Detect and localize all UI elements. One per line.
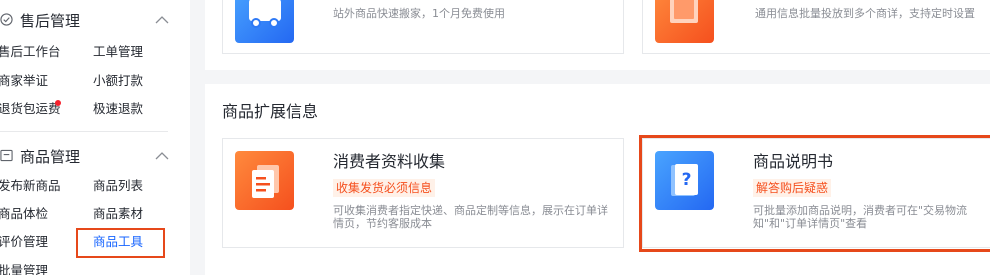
nav-fast-refund[interactable]: 极速退款: [93, 100, 143, 118]
box-icon: [0, 149, 13, 162]
tool-card-desc: 站外商品快速搬家，1个月免费使用: [333, 7, 505, 20]
nav-return-shipping[interactable]: 退货包运费: [0, 100, 61, 118]
section-after-sales-header[interactable]: 售后管理: [0, 9, 190, 33]
selected-card-highlight: [639, 135, 990, 252]
nav-product-list[interactable]: 商品列表: [93, 177, 143, 195]
nav-product-checkup[interactable]: 商品体检: [0, 205, 48, 223]
nav-after-sales-workbench[interactable]: 售后工作台: [0, 43, 61, 61]
nav-small-payment[interactable]: 小额打款: [93, 72, 143, 90]
active-nav-highlight: [76, 228, 165, 258]
chevron-up-icon[interactable]: [155, 151, 169, 161]
nav-ticket-management[interactable]: 工单管理: [93, 43, 143, 61]
nav-publish-product[interactable]: 发布新商品: [0, 177, 61, 195]
nav-review-management[interactable]: 评价管理: [0, 233, 48, 251]
chevron-up-icon[interactable]: [155, 15, 169, 25]
tool-card-batch-info[interactable]: 通用信息批量投放到多个商详，支持定时设置: [642, 0, 990, 54]
nav-batch-management[interactable]: 批量管理: [0, 262, 48, 275]
card-desc: 可收集消费者指定快递、商品定制等信息，展示在订单详情页，节约客服成本: [333, 204, 608, 230]
check-circle-icon: [0, 13, 13, 26]
nav-merchant-evidence[interactable]: 商家举证: [0, 72, 48, 90]
document-icon: [235, 151, 294, 210]
batch-info-icon: [655, 0, 714, 43]
tool-card-product-move[interactable]: 站外商品快速搬家，1个月免费使用: [222, 0, 624, 54]
card-consumer-info[interactable]: 消费者资料收集 收集发货必须信息 可收集消费者指定快递、商品定制等信息，展示在订…: [222, 138, 624, 248]
sidebar-divider: [0, 131, 168, 132]
top-tools-panel: 站外商品快速搬家，1个月免费使用 通用信息批量投放到多个商详，支持定时设置: [205, 0, 990, 70]
section-title: 商品扩展信息: [222, 102, 319, 121]
product-move-icon: [235, 0, 294, 43]
nav-product-material[interactable]: 商品素材: [93, 205, 143, 223]
section-product-header[interactable]: 商品管理: [0, 145, 190, 169]
section-product-title: 商品管理: [20, 148, 81, 166]
tool-card-desc: 通用信息批量投放到多个商详，支持定时设置: [755, 7, 975, 20]
section-after-sales-title: 售后管理: [20, 12, 81, 30]
card-title: 消费者资料收集: [333, 152, 446, 171]
sidebar: 售后管理 售后工作台 工单管理 商家举证 小额打款 退货包运费 极速退款 商品管…: [0, 0, 190, 275]
notification-dot: [55, 100, 61, 106]
card-tag: 收集发货必须信息: [333, 179, 436, 197]
